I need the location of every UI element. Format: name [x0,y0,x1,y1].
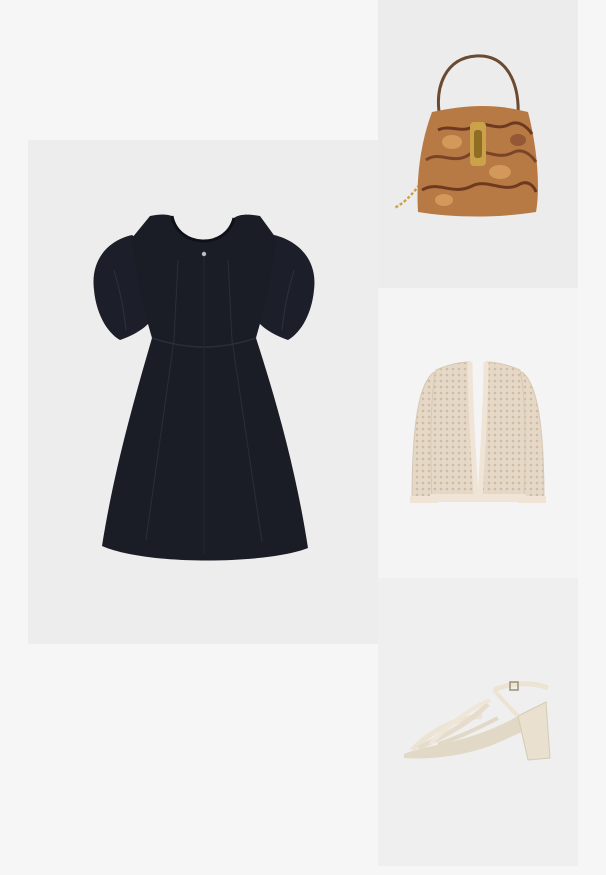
snakeskin-shoulder-bag-image [393,54,538,217]
black-puff-sleeve-dress-image [93,214,315,561]
product-tile-sandals[interactable]: sandals [378,578,578,866]
crochet-cardigan-image [410,361,546,503]
outfit-collage: dress bag [0,0,606,875]
strappy-block-heel-sandal-image [404,681,551,761]
product-tile-bag[interactable]: bag [378,0,578,288]
product-tile-cardigan[interactable]: cardigan [378,288,578,578]
product-tile-dress[interactable]: dress [28,140,378,644]
